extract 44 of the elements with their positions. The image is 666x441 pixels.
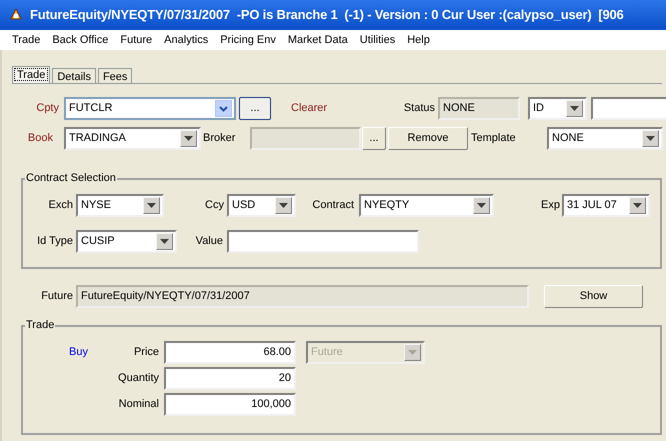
window-title: FutureEquity/NYEQTY/07/31/2007 -PO is Branche 1 (-1) - Version : 0 Cur User :(calypso_user) [906 (30, 6, 624, 24)
menu-item[interactable]: Analytics (158, 32, 214, 48)
field-label: Status (402, 101, 435, 116)
field-label: Broker (203, 131, 236, 146)
menu-item[interactable]: Market Data (282, 32, 354, 48)
field-label: Template (471, 131, 517, 146)
field-label: Id Type (36, 234, 73, 250)
dropdown[interactable]: NYEQTY (359, 194, 494, 217)
field-label: Exch (48, 198, 73, 214)
menu-item[interactable]: Future (114, 32, 158, 48)
menu-item[interactable]: Back Office (46, 32, 114, 48)
tab[interactable]: Fees (98, 68, 132, 83)
dropdown[interactable]: TRADINGA (64, 127, 201, 150)
menu-item[interactable]: Utilities (354, 32, 402, 48)
dropdown[interactable]: CUSIP (76, 230, 177, 253)
field-label: Nominal (118, 397, 159, 412)
tab[interactable]: Trade (12, 66, 50, 83)
dropdown[interactable]: NYSE (76, 194, 164, 217)
field-label: Exp (540, 198, 560, 214)
field-label: Value (194, 234, 223, 250)
dropdown[interactable]: 31 JUL 07 (562, 194, 650, 217)
input-field[interactable]: 68.00 (164, 341, 296, 364)
input-field[interactable]: 20 (164, 367, 296, 390)
dropdown[interactable]: USD (227, 194, 296, 217)
direction-label: Buy (69, 345, 89, 360)
dropdown[interactable]: ID (528, 97, 587, 120)
field-label: Cpty (35, 101, 59, 116)
field-label: Contract (311, 198, 354, 214)
menu-item[interactable]: Pricing Env (214, 32, 282, 48)
field-label: Quantity (117, 371, 159, 386)
field-label: Future (40, 289, 73, 304)
dropdown[interactable]: NONE (547, 127, 663, 150)
input-field[interactable] (591, 97, 666, 120)
browse-button[interactable]: ... (239, 97, 271, 120)
menu-item[interactable]: Help (401, 32, 436, 48)
input-field[interactable]: 100,000 (164, 393, 296, 416)
tab[interactable]: Details (52, 68, 96, 83)
input-field[interactable] (227, 230, 419, 253)
menu-item[interactable]: Trade (6, 32, 46, 48)
role-label: Clearer (291, 101, 328, 116)
field-label: Book (26, 131, 53, 146)
field-label: Price (132, 345, 159, 360)
dropdown[interactable]: FUTCLR (64, 97, 236, 120)
field-label: Ccy (204, 198, 224, 214)
